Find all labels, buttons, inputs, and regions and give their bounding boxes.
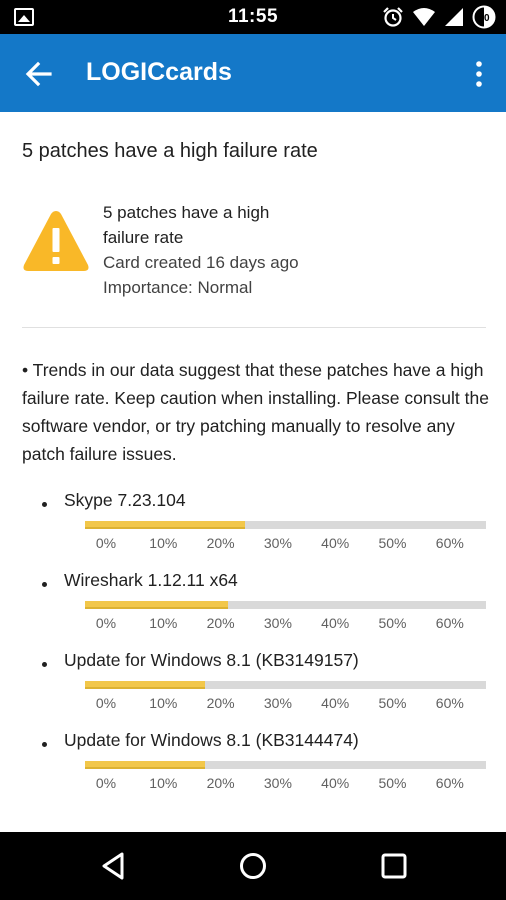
axis-tick-label: 50% [378,695,407,711]
card-headline: 5 patches have a high failure rate [103,203,270,247]
failure-rate-bar [85,681,205,689]
axis-tick-label: 60% [435,615,464,631]
patch-name: Update for Windows 8.1 (KB3149157) [64,650,359,670]
alarm-icon [383,7,403,27]
axis-tick-label: 20% [206,695,235,711]
axis-tick-label: 20% [206,775,235,791]
patch-item: Update for Windows 8.1 (KB3149157) 0% 10% 2… [22,650,486,730]
warning-icon [23,211,89,271]
failure-rate-track [85,761,486,769]
page-title: 5 patches have a high failure rate [22,140,318,162]
navigation-bar [0,832,506,900]
card-content: 5 patches have a high failure rate 5 pat… [0,112,506,832]
patch-name: Update for Windows 8.1 (KB3144474) [64,730,359,750]
axis-tick-label: 20% [206,535,235,551]
nav-recents-icon[interactable] [378,850,410,882]
card-created: Card created 16 days ago [103,253,299,272]
overflow-menu-icon[interactable] [474,60,484,88]
bullet [42,662,47,667]
patch-name: Skype 7.23.104 [64,490,186,510]
patch-name: Wireshark 1.12.11 x64 [64,570,238,590]
battery-icon: 40 [472,5,496,29]
nav-back-icon[interactable] [98,850,130,882]
axis-tick-label: 0% [95,775,117,791]
bullet [42,742,47,747]
axis-tick-label: 10% [149,775,178,791]
failure-rate-bar [85,761,205,769]
axis-tick-label: 10% [149,615,178,631]
axis-tick-label: 40% [321,695,350,711]
axis-tick-label: 60% [435,535,464,551]
axis-tick-label: 30% [263,615,292,631]
divider [22,327,486,328]
status-bar: 11:55 40 [0,0,506,34]
axis-tick-label: 40% [321,775,350,791]
bullet [42,502,47,507]
axis-tick-label: 0% [95,615,117,631]
app-bar: LOGICcards [0,34,506,112]
axis-tick-label: 0% [95,695,117,711]
card-meta: 5 patches have a high failure rate Card … [103,200,303,300]
back-arrow-icon[interactable] [24,59,54,89]
status-icons: 40 [382,5,496,29]
axis-tick-label: 40% [321,535,350,551]
wifi-icon [413,8,435,26]
bullet [42,582,47,587]
patch-item: Update for Windows 8.1 (KB3144474) 0% 10% 2… [22,730,486,810]
nav-home-icon[interactable] [237,850,269,882]
app-title: LOGICcards [86,58,232,86]
card-description: • Trends in our data suggest that these … [22,360,489,464]
axis-tick-label: 50% [378,615,407,631]
axis-tick-label: 10% [149,535,178,551]
axis-tick-label: 40% [321,615,350,631]
signal-icon [445,8,463,26]
axis-tick-label: 0% [95,535,117,551]
card-importance: Importance: Normal [103,278,253,297]
failure-rate-bar [85,521,245,529]
axis-tick-label: 60% [435,695,464,711]
axis-tick-label: 30% [263,535,292,551]
failure-rate-axis: 0% 10% 20% 30% 40% 50% 60% [62,615,502,635]
patch-item: Wireshark 1.12.11 x64 0% 10% 20% 30% 40% 50% 60… [22,570,486,650]
patch-item: Skype 7.23.104 0% 10% 20% 30% 40% 50% 60% [22,490,486,570]
failure-rate-axis: 0% 10% 20% 30% 40% 50% 60% [62,535,502,555]
axis-tick-label: 60% [435,775,464,791]
failure-rate-track [85,521,486,529]
failure-rate-track [85,681,486,689]
axis-tick-label: 50% [378,535,407,551]
axis-tick-label: 20% [206,615,235,631]
axis-tick-label: 30% [263,775,292,791]
battery-level: 40 [478,13,490,24]
failure-rate-track [85,601,486,609]
axis-tick-label: 30% [263,695,292,711]
failure-rate-axis: 0% 10% 20% 30% 40% 50% 60% [62,775,502,795]
axis-tick-label: 50% [378,775,407,791]
axis-tick-label: 10% [149,695,178,711]
failure-rate-axis: 0% 10% 20% 30% 40% 50% 60% [62,695,502,715]
failure-rate-bar [85,601,228,609]
